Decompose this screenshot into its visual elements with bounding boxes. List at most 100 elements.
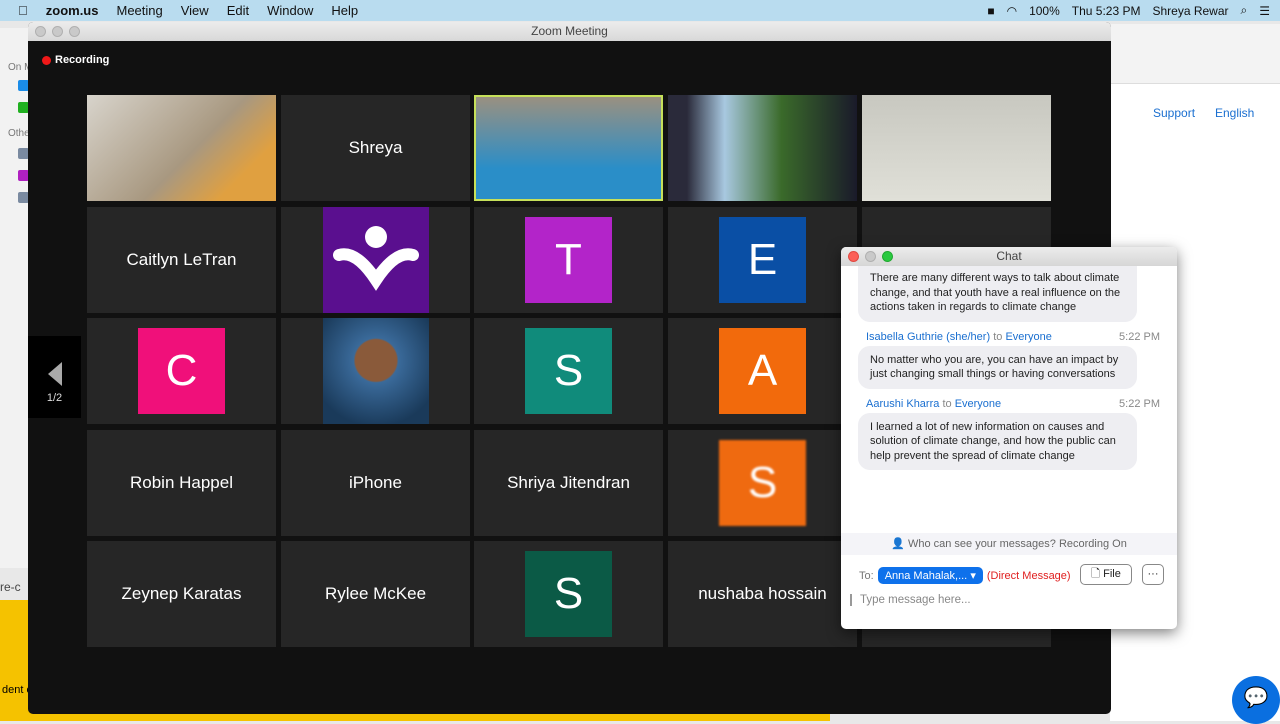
participant-name: Zeynep Karatas (121, 584, 242, 603)
sender-name[interactable]: Aarushi Kharra (866, 398, 939, 410)
avatar: S (719, 440, 806, 526)
participant-tile[interactable]: C (87, 318, 276, 424)
chat-close-button[interactable] (848, 251, 859, 262)
chat-message-bubble: I learned a lot of new information on ca… (858, 412, 1137, 470)
wifi-icon[interactable]: ◠ (1007, 4, 1017, 18)
search-icon[interactable]: ⌕ (1241, 3, 1248, 18)
chat-widget-button[interactable]: 💬 (1232, 676, 1280, 724)
chat-title-bar: Chat (841, 247, 1177, 266)
recipient[interactable]: Everyone (1005, 331, 1051, 343)
menu-bar:  zoom.us Meeting View Edit Window Help … (0, 0, 1280, 21)
chat-message-bubble: There are many different ways to talk ab… (858, 258, 1137, 322)
participant-name: Rylee McKee (324, 584, 427, 603)
avatar: S (525, 328, 612, 414)
participant-tile[interactable]: A (668, 318, 857, 424)
zoom-button[interactable] (69, 26, 80, 37)
participant-tile[interactable]: nushaba hossain (668, 541, 857, 647)
message-time: 5:22 PM (1119, 330, 1160, 343)
participant-tile[interactable]: iPhone (281, 430, 470, 536)
menu-window[interactable]: Window (267, 3, 313, 18)
chat-minimize-button[interactable] (865, 251, 876, 262)
participant-tile[interactable] (281, 318, 470, 424)
title-bar: Zoom Meeting (28, 22, 1111, 41)
battery-label[interactable]: 100% (1029, 4, 1060, 18)
menu-view[interactable]: View (181, 3, 209, 18)
recording-indicator: Recording (42, 54, 109, 66)
message-input[interactable]: Type message here... (850, 594, 971, 606)
file-icon: 🗋 (1091, 568, 1101, 580)
privacy-note-text: Who can see your messages? Recording On (907, 538, 1127, 550)
calendar-group-label: Othe (8, 128, 30, 139)
zoom-status-icon[interactable]: ■ (987, 4, 994, 18)
recipient-value: Anna Mahalak,... (884, 570, 968, 582)
message-header: Isabella Guthrie (she/her) to Everyone 5:… (866, 331, 1160, 343)
avatar: S (525, 551, 612, 637)
participant-tile[interactable]: Shreya (281, 95, 470, 201)
logo-avatar (322, 207, 429, 313)
menu-meeting[interactable]: Meeting (116, 3, 162, 18)
participant-name: Shriya Jitendran (507, 473, 630, 492)
participant-tile[interactable] (281, 207, 470, 313)
participant-video (668, 95, 857, 201)
apple-icon[interactable]:  (18, 3, 28, 18)
privacy-note[interactable]: 👤 Who can see your messages? Recording O… (841, 533, 1177, 555)
to-label: To: (859, 569, 874, 582)
language-link[interactable]: English (1215, 106, 1254, 120)
recipient-row: To: Anna Mahalak,... ▾ (Direct Message) (859, 567, 1071, 584)
participant-photo (322, 318, 429, 424)
record-dot-icon (42, 55, 51, 65)
chat-message-bubble: No matter who you are, you can have an i… (858, 345, 1137, 389)
close-button[interactable] (35, 26, 46, 37)
clock[interactable]: Thu 5:23 PM (1072, 4, 1141, 18)
participant-tile[interactable]: Robin Happel (87, 430, 276, 536)
menu-edit[interactable]: Edit (227, 3, 249, 18)
participant-tile[interactable]: S (474, 318, 663, 424)
message-header: Aarushi Kharra to Everyone 5:22 PM (866, 398, 1160, 410)
participant-tile[interactable]: S (474, 541, 663, 647)
sender-name[interactable]: Isabella Guthrie (she/her) (866, 331, 990, 343)
avatar: T (525, 217, 612, 303)
file-label: File (1103, 568, 1121, 580)
support-link[interactable]: Support (1153, 106, 1195, 120)
participant-tile[interactable]: E (668, 207, 857, 313)
participant-tile[interactable]: S (668, 430, 857, 536)
participant-tile[interactable] (668, 95, 857, 201)
chevron-down-icon: ▾ (970, 570, 976, 582)
more-button[interactable]: ··· (1142, 564, 1164, 585)
user-name[interactable]: Shreya Rewar (1152, 4, 1228, 18)
chat-window: Chat There are many different ways to ta… (841, 247, 1177, 629)
file-button[interactable]: 🗋 File (1080, 564, 1132, 585)
participant-tile[interactable]: Shriya Jitendran (474, 430, 663, 536)
to-word: to (993, 330, 1003, 343)
window-title: Zoom Meeting (531, 24, 608, 38)
participant-name: nushaba hossain (698, 584, 827, 603)
background-url: re-c (0, 580, 21, 594)
menu-help[interactable]: Help (331, 3, 358, 18)
participant-video (87, 95, 276, 201)
participant-video (476, 97, 661, 199)
direct-message-label: (Direct Message) (986, 569, 1071, 582)
participant-tile[interactable] (87, 95, 276, 201)
recipient[interactable]: Everyone (955, 398, 1001, 410)
participant-tile[interactable] (474, 95, 663, 201)
participant-tile[interactable]: Caitlyn LeTran (87, 207, 276, 313)
avatar: C (138, 328, 225, 414)
chat-zoom-button[interactable] (882, 251, 893, 262)
recipient-select[interactable]: Anna Mahalak,... ▾ (877, 567, 983, 584)
chat-title: Chat (996, 249, 1022, 263)
participant-name: iPhone (349, 473, 402, 492)
previous-page-button[interactable]: 1/2 (28, 336, 81, 418)
participant-name: Caitlyn LeTran (126, 250, 237, 269)
menu-app[interactable]: zoom.us (46, 3, 99, 18)
participant-tile[interactable]: T (474, 207, 663, 313)
page-indicator: 1/2 (46, 392, 63, 404)
to-word: to (942, 397, 952, 410)
control-center-icon[interactable]: ☰ (1259, 4, 1270, 18)
minimize-button[interactable] (52, 26, 63, 37)
person-icon: 👤 (891, 538, 905, 550)
participant-tile[interactable]: Rylee McKee (281, 541, 470, 647)
participant-tile[interactable] (862, 95, 1051, 201)
participant-tile[interactable]: Zeynep Karatas (87, 541, 276, 647)
left-arrow-icon (47, 362, 62, 386)
recording-label: Recording (55, 54, 110, 66)
